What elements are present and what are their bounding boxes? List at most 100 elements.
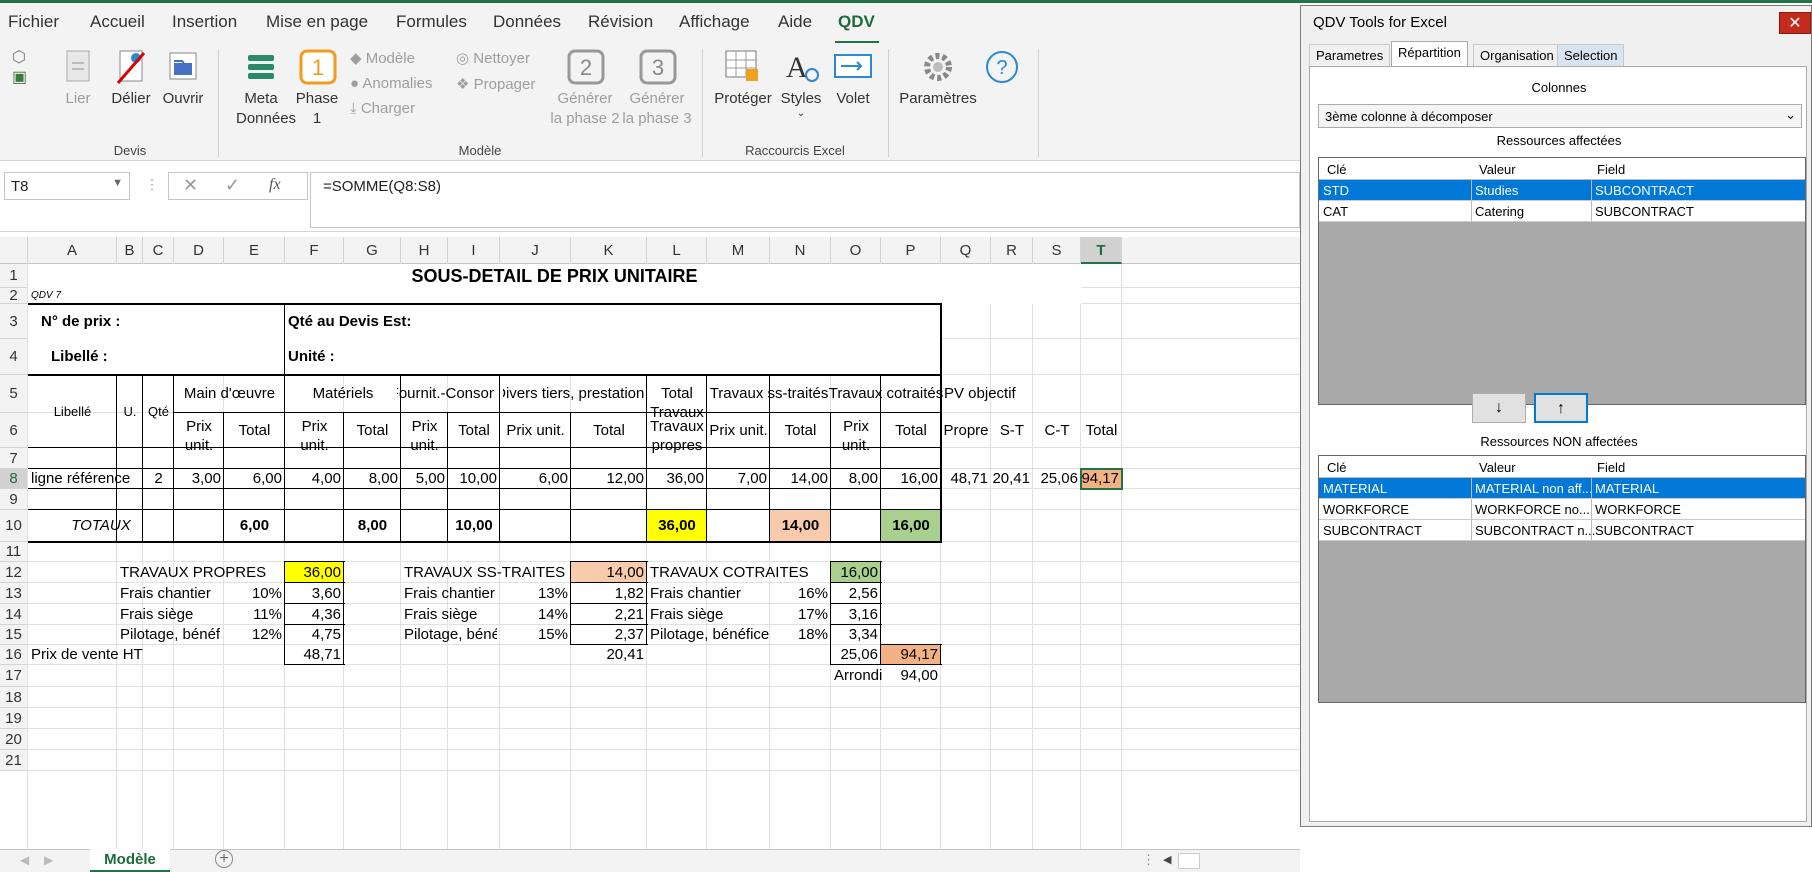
cell[interactable]: Frais siège xyxy=(650,604,767,625)
cell[interactable]: TRAVAUX PROPRES xyxy=(120,562,282,583)
select-all-corner[interactable] xyxy=(0,237,28,264)
cell[interactable]: ligne référence xyxy=(31,469,140,489)
row-header[interactable]: 19 xyxy=(0,708,28,729)
cell[interactable]: 3,16 xyxy=(834,604,878,625)
column-header[interactable]: T xyxy=(1081,237,1122,264)
column-header[interactable]: O xyxy=(831,237,881,264)
anomalies-button[interactable]: ● Anomalies xyxy=(350,75,432,92)
cell[interactable]: SOUS-DETAIL DE PRIX UNITAIRE xyxy=(31,264,1078,288)
cell[interactable]: Travaux propres xyxy=(647,417,707,455)
cube-icon[interactable]: ⬡ xyxy=(12,47,26,67)
cell[interactable]: 8,00 xyxy=(834,469,878,489)
cell[interactable]: 5,00 xyxy=(404,469,445,489)
column-header[interactable]: I xyxy=(448,237,500,264)
row-header[interactable]: 20 xyxy=(0,729,28,750)
cell[interactable]: 36,00 xyxy=(288,562,341,583)
tab-accueil[interactable]: Accueil xyxy=(90,12,145,32)
cell[interactable]: 6,00 xyxy=(227,469,282,489)
row-header[interactable]: 18 xyxy=(0,687,28,708)
list-item[interactable]: STD Studies SUBCONTRACT xyxy=(1319,180,1805,201)
close-button[interactable]: ✕ xyxy=(1779,12,1811,34)
spreadsheet[interactable]: ABCDEFGHIJKLMNOPQRST 1 2 3 4 5 6 7 8 9 10 11 12 13 14… xyxy=(0,237,1300,849)
cell[interactable]: 25,06 xyxy=(1036,469,1078,489)
cell[interactable]: 25,06 xyxy=(834,645,878,665)
cell[interactable]: Main d'œuvre xyxy=(177,375,282,413)
scroll-left-icon[interactable]: ◀ xyxy=(20,853,29,867)
cell[interactable]: 4,75 xyxy=(288,625,341,645)
cell[interactable]: 2 xyxy=(146,469,171,489)
cell[interactable]: Travaux cotraités xyxy=(829,375,944,413)
cancel-icon[interactable]: ✕ xyxy=(183,175,198,196)
tab-donnees[interactable]: Données xyxy=(493,12,561,32)
cell[interactable]: 14% xyxy=(503,604,568,625)
cell[interactable]: 3,00 xyxy=(177,469,221,489)
cell[interactable]: 1,82 xyxy=(574,583,644,604)
tab-mise-en-page[interactable]: Mise en page xyxy=(266,12,368,32)
tab-fichier[interactable]: Fichier xyxy=(8,12,59,32)
propager-button[interactable]: ❖ Propager xyxy=(456,75,535,93)
cell[interactable]: 12% xyxy=(227,625,282,645)
cell[interactable]: Pilotage, bénéfi xyxy=(120,625,221,645)
cell[interactable]: 16,00 xyxy=(884,469,938,489)
column-header[interactable]: R xyxy=(991,237,1033,264)
meta-donnees-button[interactable]: Meta Données xyxy=(236,49,296,129)
cell[interactable]: Frais siège xyxy=(120,604,221,625)
cell[interactable]: 3,34 xyxy=(834,625,878,645)
dialog-tab-repartition[interactable]: Répartition xyxy=(1391,41,1468,67)
column-header[interactable]: J xyxy=(500,237,571,264)
cell[interactable]: 8,00 xyxy=(347,510,398,542)
cell[interactable]: 48,71 xyxy=(288,645,341,665)
row-header[interactable]: 8 xyxy=(0,469,28,489)
cell[interactable]: Frais chantier xyxy=(650,583,767,604)
name-box[interactable]: T8 ▼ xyxy=(4,172,130,200)
row-header[interactable]: 16 xyxy=(0,645,28,665)
column-header[interactable]: E xyxy=(224,237,285,264)
cell[interactable]: Prix unit. xyxy=(709,413,767,448)
chevron-down-icon[interactable]: ▼ xyxy=(112,177,123,189)
cell[interactable]: Total xyxy=(884,413,938,448)
dialog-tab-selection[interactable]: Selection xyxy=(1557,44,1625,66)
column-header[interactable]: K xyxy=(571,237,647,264)
scroll-right-icon[interactable]: ▶ xyxy=(44,853,53,867)
cell[interactable]: 18% xyxy=(773,625,828,645)
column-header[interactable]: F xyxy=(285,237,344,264)
cell[interactable]: Total xyxy=(227,413,282,448)
column-header[interactable]: P xyxy=(881,237,941,264)
cell[interactable]: 2,56 xyxy=(834,583,878,604)
row-header[interactable]: 21 xyxy=(0,750,28,771)
horizontal-scrollbar-thumb[interactable] xyxy=(1178,853,1200,869)
volet-button[interactable]: Volet xyxy=(828,49,878,109)
cell[interactable]: Frais chantier xyxy=(120,583,221,604)
cell[interactable]: Prix unit. xyxy=(285,417,344,455)
cell[interactable]: 8,00 xyxy=(347,469,398,489)
row-header[interactable]: 14 xyxy=(0,604,28,625)
cell[interactable]: 48,71 xyxy=(944,469,988,489)
cell[interactable]: Prix de vente HT xyxy=(31,645,171,665)
column-header[interactable]: S xyxy=(1033,237,1081,264)
tab-aide[interactable]: Aide xyxy=(778,12,812,32)
cell[interactable]: Prix unit. xyxy=(174,417,224,455)
robot-icon[interactable]: ▣ xyxy=(12,67,27,87)
formula-input[interactable]: =SOMME(Q8:S8) xyxy=(310,172,1300,228)
row-header[interactable]: 5 xyxy=(0,375,28,413)
cell[interactable]: Unité : xyxy=(288,339,398,375)
row-header[interactable]: 3 xyxy=(0,304,28,339)
cell[interactable]: 6,00 xyxy=(227,510,282,542)
move-up-button[interactable]: ↑ xyxy=(1534,393,1588,423)
cell[interactable]: 20,41 xyxy=(574,645,644,665)
cell[interactable]: Libellé xyxy=(31,375,114,448)
column-header[interactable]: H xyxy=(401,237,448,264)
cell[interactable]: 14,00 xyxy=(773,510,828,542)
cell[interactable]: 10,00 xyxy=(451,510,497,542)
affected-resources-grid[interactable]: Clé Valeur Field STD Studies SUBCONTRACT… xyxy=(1318,157,1806,405)
cell[interactable]: 15% xyxy=(503,625,568,645)
cell[interactable]: 36,00 xyxy=(650,469,704,489)
cell[interactable]: Total xyxy=(451,413,497,448)
cell[interactable]: 6,00 xyxy=(503,469,568,489)
phase1-button[interactable]: 1 Phase 1 xyxy=(294,49,340,129)
cell[interactable]: Qté au Devis Est: xyxy=(288,304,445,339)
cell[interactable]: N° de prix : xyxy=(31,304,140,339)
cell[interactable]: Arrondi xyxy=(834,665,882,687)
row-header[interactable]: 2 xyxy=(0,288,28,304)
styles-button[interactable]: A Styles ⌄ xyxy=(778,49,824,119)
